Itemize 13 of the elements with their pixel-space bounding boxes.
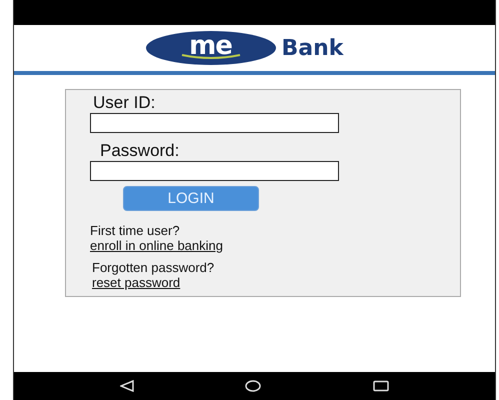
logo-text: Bank bbox=[282, 36, 344, 60]
recents-icon[interactable] bbox=[373, 380, 390, 392]
password-field[interactable] bbox=[90, 161, 339, 181]
field-label: User ID: bbox=[93, 93, 156, 113]
home-icon[interactable] bbox=[245, 380, 262, 392]
user-id-field[interactable] bbox=[90, 113, 339, 133]
prompt-text: First time user? bbox=[90, 223, 180, 238]
prompt-text: Forgotten password? bbox=[92, 260, 214, 275]
enroll-link[interactable]: enroll in online banking bbox=[90, 238, 223, 253]
reset-password-link[interactable]: reset password bbox=[92, 275, 180, 290]
logo-mark: me bbox=[146, 31, 276, 65]
field-label: Password: bbox=[100, 141, 180, 161]
back-icon[interactable] bbox=[120, 380, 134, 392]
